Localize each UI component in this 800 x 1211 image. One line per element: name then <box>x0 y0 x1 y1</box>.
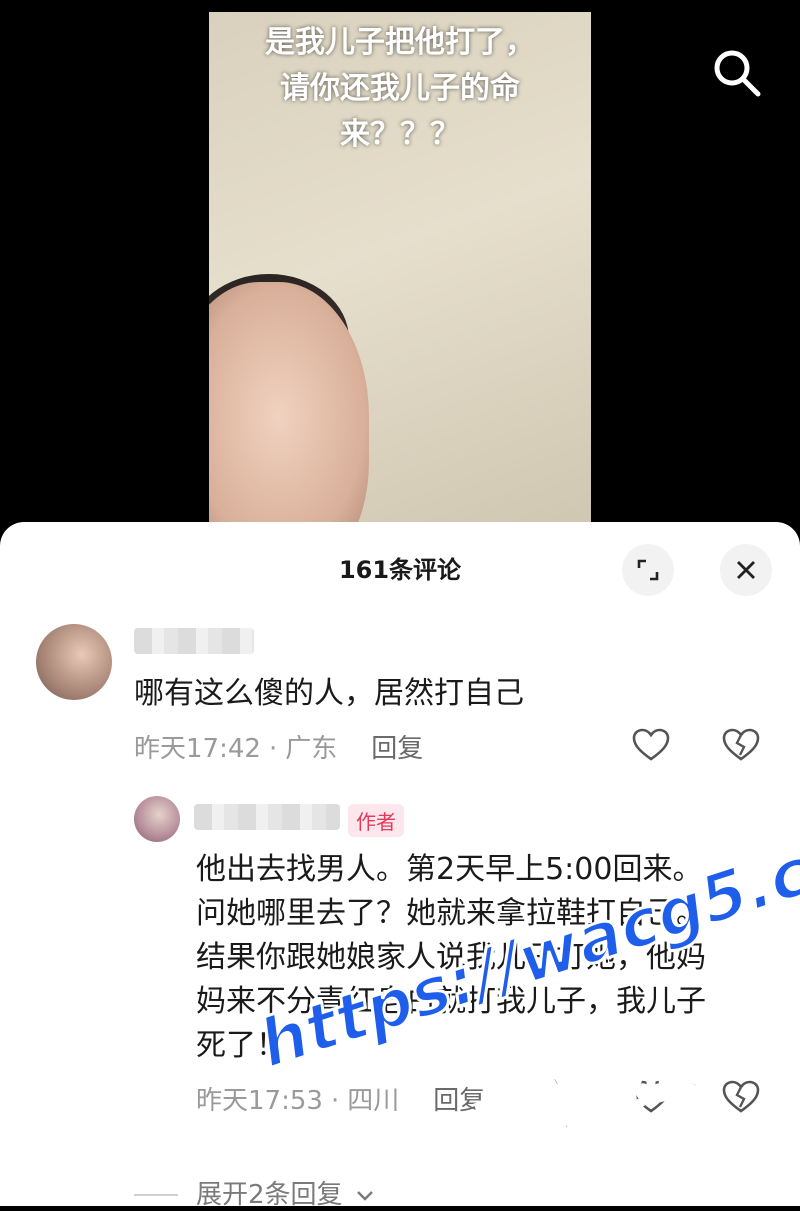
close-icon <box>737 561 755 579</box>
author-badge: 作者 <box>348 804 404 837</box>
dislike-button[interactable] <box>722 728 760 766</box>
reply-button[interactable]: 回复 <box>371 734 423 764</box>
expand-divider <box>134 1194 178 1196</box>
reply-avatar[interactable] <box>134 796 180 842</box>
broken-heart-icon <box>722 728 760 761</box>
reply-username-blurred[interactable] <box>194 804 340 830</box>
reply-location: 四川 <box>347 1086 400 1116</box>
caption-line: 请你还我儿子的命 <box>280 71 520 106</box>
avatar[interactable] <box>36 624 112 700</box>
expand-icon <box>637 559 659 581</box>
comment-text: 哪有这么傻的人，居然打自己 <box>134 676 524 711</box>
chevron-down-icon <box>356 1190 373 1201</box>
search-button[interactable] <box>708 44 764 100</box>
expand-button[interactable] <box>622 544 674 596</box>
caption-line: 是我儿子把他打了， <box>265 25 535 60</box>
comments-title: 161条评论 <box>338 556 462 584</box>
reply-dislike-button[interactable] <box>722 1080 760 1118</box>
close-button[interactable] <box>720 544 772 596</box>
search-icon <box>714 50 761 97</box>
expand-replies-button[interactable]: 展开2条回复 <box>196 1174 375 1211</box>
caption-line: 来？？？ <box>340 117 460 152</box>
comment-location: 广东 <box>285 734 338 764</box>
heart-icon <box>632 728 670 761</box>
meta-separator: · <box>268 734 278 764</box>
video-player[interactable]: 是我儿子把他打了， 请你还我儿子的命 来？？？ <box>0 0 800 540</box>
reply-time: 昨天17:53 <box>196 1086 323 1116</box>
username-blurred[interactable] <box>134 628 254 654</box>
comment-meta: 昨天17:42 · 广东 回复 <box>134 728 451 765</box>
like-button[interactable] <box>632 728 670 766</box>
meta-separator: · <box>330 1086 340 1116</box>
broken-heart-icon <box>722 1080 760 1113</box>
video-caption: 是我儿子把他打了， 请你还我儿子的命 来？？？ <box>209 20 591 158</box>
comment-time: 昨天17:42 <box>134 734 261 764</box>
